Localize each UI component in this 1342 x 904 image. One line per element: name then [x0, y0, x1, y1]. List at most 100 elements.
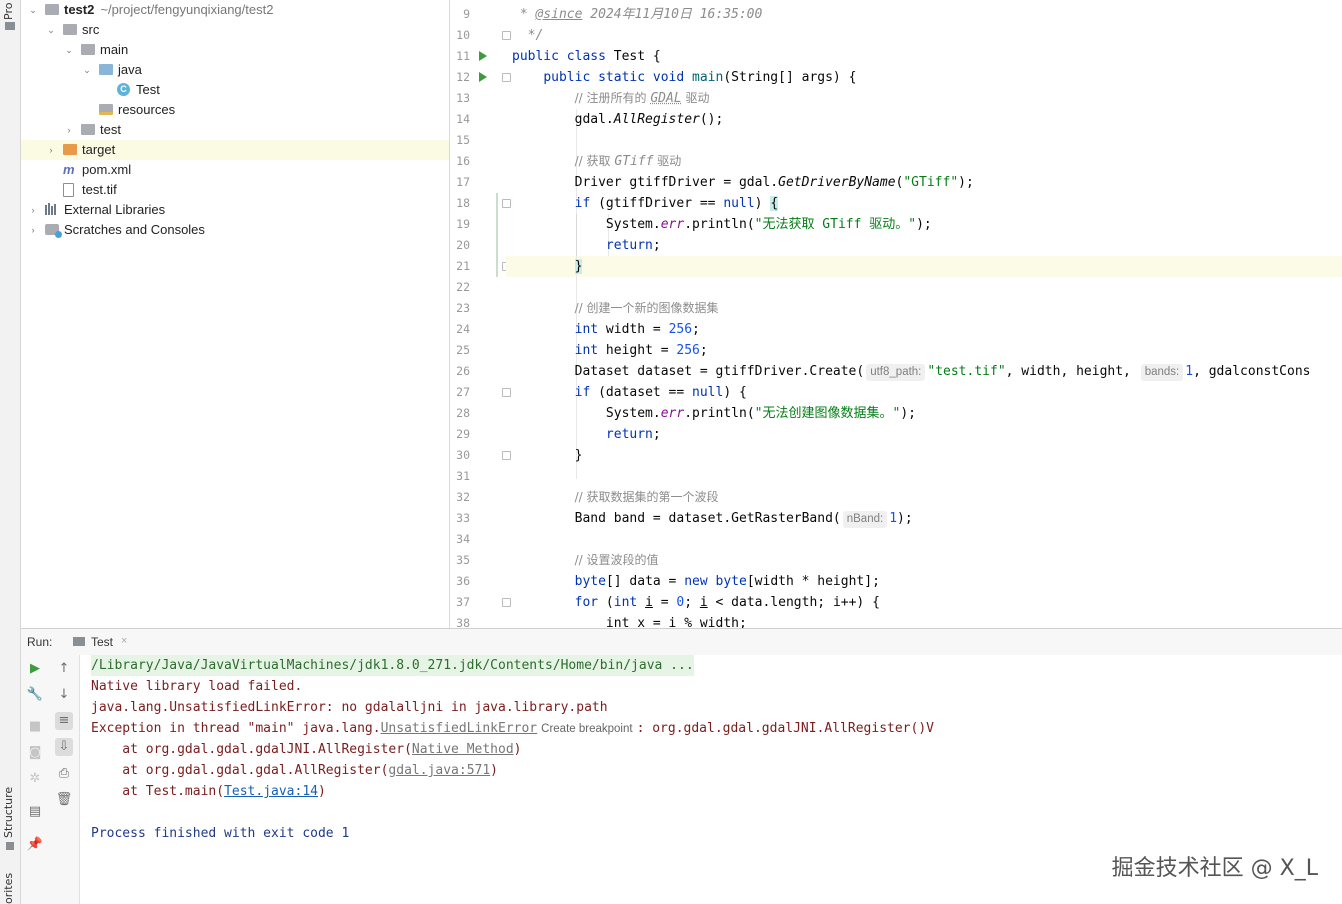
run-gutter-icon[interactable] [479, 72, 487, 82]
code-line-12: public static void main(String[] args) { [543, 70, 857, 85]
tree-item-external-libraries[interactable]: › External Libraries [21, 200, 449, 220]
chevron-right-icon[interactable]: › [27, 200, 39, 220]
line-number: 12 [456, 70, 470, 84]
fold-marker-icon[interactable] [502, 31, 511, 40]
rerun-icon[interactable]: ▶ [26, 660, 44, 678]
code-editor[interactable]: 9 10 11 12 13 14 15 16 17 18 19 20 21 22 23 24 25 26 27 28 2… [450, 0, 1342, 628]
tree-item-src[interactable]: ⌄ src [21, 20, 449, 40]
line-number: 36 [456, 574, 470, 588]
chevron-right-icon[interactable]: › [63, 120, 75, 140]
console-exception-line: Exception in thread "main" java.lang.Uns… [91, 721, 934, 736]
tree-item-main[interactable]: ⌄ main [21, 40, 449, 60]
layout-icon[interactable]: ▤ [26, 803, 44, 821]
line-number: 30 [456, 448, 470, 462]
run-gutter-icon[interactable] [479, 51, 487, 61]
debug-icon[interactable]: ✲ [26, 770, 44, 788]
line-number: 24 [456, 322, 470, 336]
line-number: 17 [456, 175, 470, 189]
settings-wrench-icon[interactable]: 🔧 [26, 686, 44, 704]
line-number: 14 [456, 112, 470, 126]
chevron-right-icon[interactable]: › [27, 220, 39, 240]
fold-marker-icon[interactable] [502, 199, 511, 208]
tree-item-label: External Libraries [64, 202, 166, 217]
down-arrow-icon[interactable]: ↓ [55, 686, 73, 704]
create-breakpoint-hint[interactable]: Create breakpoint [541, 723, 632, 735]
trace-link-gdal-java[interactable]: gdal.java:571 [388, 763, 490, 778]
tree-item-label: test.tif [82, 182, 117, 197]
chevron-down-icon[interactable]: ⌄ [81, 60, 93, 80]
tree-item-pom-xml[interactable]: m pom.xml [21, 160, 449, 180]
print-icon[interactable]: ⎙ [55, 765, 73, 783]
tree-item-label: main [100, 42, 129, 57]
maven-icon: m [63, 162, 75, 177]
tree-item-label: test2 ~/project/fengyunqixiang/test2 [64, 2, 274, 17]
structure-tool-tab[interactable]: Structure [2, 787, 15, 838]
run-tab-test[interactable]: Test × [69, 629, 139, 655]
console-error-line: Native library load failed. [91, 679, 303, 694]
code-line-28: System.err.println("无法创建图像数据集。"); [512, 406, 916, 421]
chevron-right-icon[interactable]: › [45, 140, 57, 160]
tree-item-test[interactable]: C Test [21, 80, 449, 100]
param-hint-bands: bands: [1140, 364, 1184, 381]
project-path: ~/project/fengyunqixiang/test2 [100, 2, 274, 17]
favorites-tool-tab[interactable]: orites [2, 873, 15, 904]
structure-icon [6, 842, 14, 850]
line-number: 25 [456, 343, 470, 357]
project-tool-tab[interactable]: Pro [2, 3, 15, 20]
console-command-line: /Library/Java/JavaVirtualMachines/jdk1.8… [91, 655, 694, 676]
tree-item-test-tif[interactable]: test.tif [21, 180, 449, 200]
line-number: 26 [456, 364, 470, 378]
line-number: 9 [463, 7, 470, 21]
stop-icon[interactable]: ■ [26, 718, 44, 736]
trace-link-test-java[interactable]: Test.java:14 [224, 784, 318, 799]
current-line-highlight [506, 256, 1342, 277]
fold-marker-icon[interactable] [502, 73, 511, 82]
camera-icon[interactable]: ◙ [26, 744, 44, 762]
tree-item-resources[interactable]: resources [21, 100, 449, 120]
close-tab-icon[interactable]: × [121, 635, 127, 647]
trace-link-native-method[interactable]: Native Method [412, 742, 514, 757]
run-label: Run: [27, 635, 53, 649]
tree-item-java[interactable]: ⌄ java [21, 60, 449, 80]
library-icon [45, 203, 59, 215]
code-line-30: } [512, 448, 583, 463]
tree-item-target[interactable]: › target [21, 140, 449, 160]
watermark: 掘金技术社区 @ X_L [1111, 856, 1318, 881]
line-number: 13 [456, 91, 470, 105]
fold-marker-icon[interactable] [502, 388, 511, 397]
line-number: 29 [456, 427, 470, 441]
code-line-11: public class Test { [512, 49, 661, 64]
tree-item-scratches-and-consoles[interactable]: › Scratches and Consoles [21, 220, 449, 240]
resources-folder-icon [99, 104, 113, 115]
trash-icon[interactable]: 🗑 [55, 791, 73, 809]
line-number: 20 [456, 238, 470, 252]
line-number: 27 [456, 385, 470, 399]
tree-item-label: target [82, 142, 116, 157]
code-line-25: int height = 256; [574, 343, 708, 358]
pin-icon[interactable]: 📌 [26, 836, 44, 854]
code-line-35: // 设置波段的值 [574, 553, 659, 567]
scroll-to-end-icon[interactable]: ⇩ [55, 738, 73, 756]
tree-item-test[interactable]: › test [21, 120, 449, 140]
exception-class-link[interactable]: UnsatisfiedLinkError [381, 721, 538, 736]
code-line-38: int x = i % width; [605, 616, 747, 628]
up-arrow-icon[interactable]: ↑ [55, 660, 73, 678]
chevron-down-icon[interactable]: ⌄ [45, 20, 57, 40]
chevron-down-icon[interactable]: ⌄ [27, 0, 39, 20]
run-toolbar: ▶ 🔧 ■ ◙ ✲ ▤ 📌 ↑ ↓ ≡ ⇩ ⎙ 🗑 [21, 655, 80, 904]
param-hint-utf8-path: utf8_path: [866, 364, 926, 381]
chevron-down-icon[interactable]: ⌄ [63, 40, 75, 60]
fold-marker-icon[interactable] [502, 598, 511, 607]
soft-wrap-icon[interactable]: ≡ [55, 712, 73, 730]
console-tab-icon [73, 637, 85, 646]
code-line-14: gdal.AllRegister(); [512, 112, 724, 127]
tree-item-test2[interactable]: ⌄ test2 ~/project/fengyunqixiang/test2 [21, 0, 449, 20]
code-line-13: // 注册所有的 GDAL 驱动 [574, 91, 710, 106]
line-number: 28 [456, 406, 470, 420]
line-number: 33 [456, 511, 470, 525]
line-number: 34 [456, 532, 470, 546]
fold-marker-icon[interactable] [502, 451, 511, 460]
left-tool-strip: Pro Structure orites [0, 0, 21, 904]
code-line-10: */ [527, 28, 544, 43]
scratches-icon [45, 224, 62, 238]
